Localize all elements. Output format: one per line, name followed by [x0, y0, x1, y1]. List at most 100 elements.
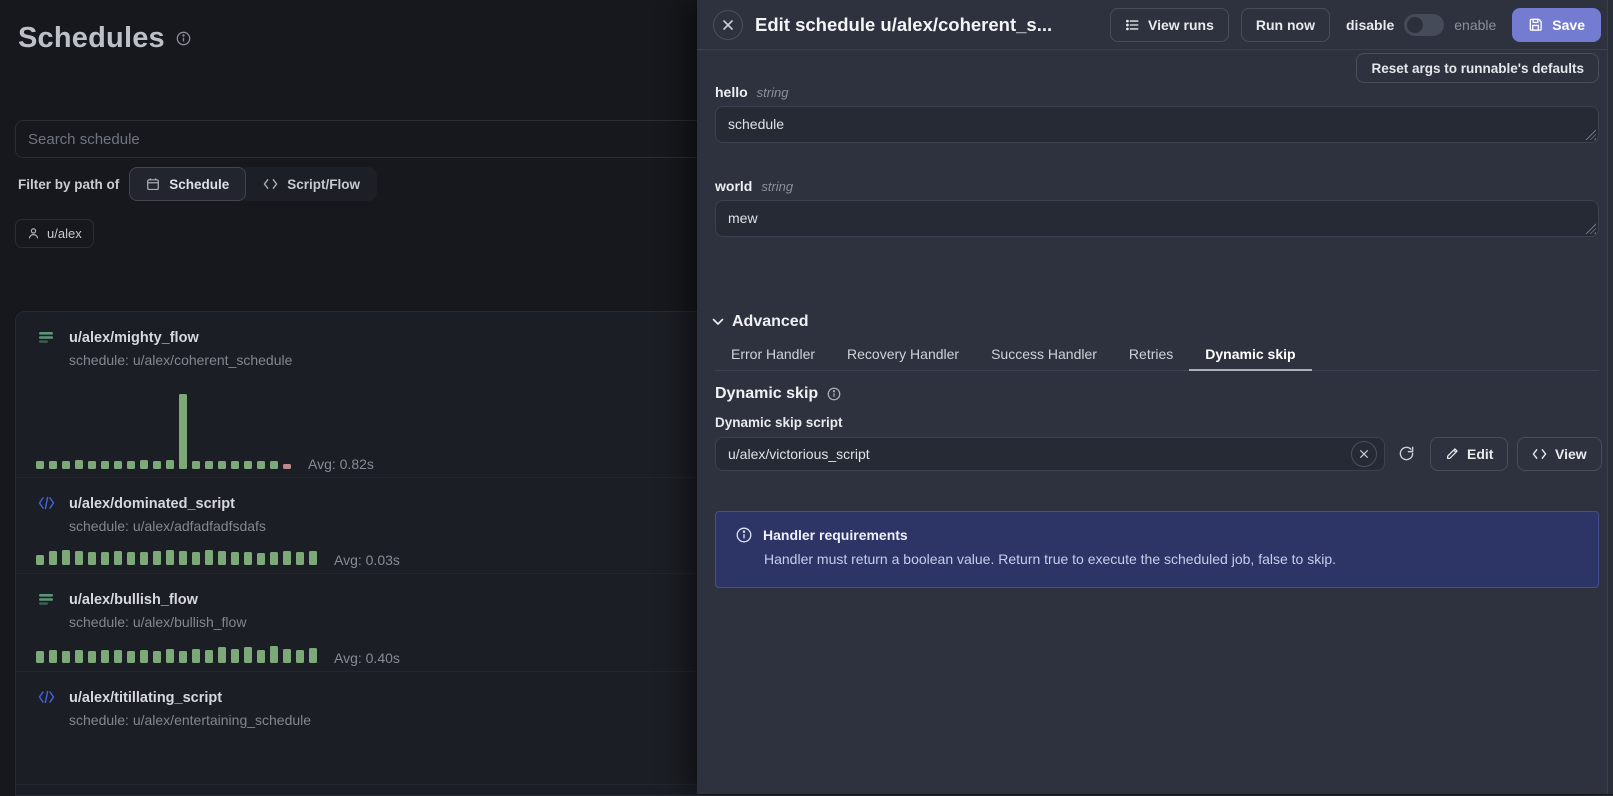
run-bar[interactable] — [88, 461, 96, 469]
run-bar[interactable] — [140, 650, 148, 663]
run-bar[interactable] — [62, 550, 70, 565]
save-icon — [1528, 17, 1543, 32]
edit-script-button[interactable]: Edit — [1430, 437, 1508, 471]
run-bar[interactable] — [192, 461, 200, 469]
run-bar[interactable] — [257, 553, 265, 565]
run-bar[interactable] — [49, 551, 57, 565]
run-bar[interactable] — [62, 461, 70, 469]
view-runs-button[interactable]: View runs — [1110, 8, 1229, 42]
filter-schedule-label: Schedule — [169, 177, 229, 192]
run-bar[interactable] — [36, 461, 44, 469]
run-bar[interactable] — [140, 552, 148, 565]
tab-retries[interactable]: Retries — [1113, 341, 1189, 370]
run-bar[interactable] — [36, 555, 44, 565]
run-bar[interactable] — [218, 461, 226, 469]
arg-hello-input[interactable]: schedule — [715, 106, 1599, 143]
run-bar[interactable] — [127, 651, 135, 663]
run-bar[interactable] — [179, 394, 187, 469]
filter-label: Filter by path of — [18, 177, 119, 192]
code-icon — [36, 687, 56, 732]
run-bar[interactable] — [192, 649, 200, 663]
run-bar[interactable] — [101, 461, 109, 469]
run-bar[interactable] — [114, 650, 122, 663]
clear-script-button[interactable] — [1351, 441, 1377, 467]
advanced-section-toggle[interactable]: Advanced — [712, 313, 808, 331]
run-bar[interactable] — [153, 651, 161, 663]
tab-success-handler[interactable]: Success Handler — [975, 341, 1113, 370]
run-bar[interactable] — [231, 649, 239, 663]
run-bar[interactable] — [179, 551, 187, 565]
run-bar[interactable] — [231, 461, 239, 469]
run-bar[interactable] — [166, 460, 174, 469]
run-bar[interactable] — [166, 550, 174, 565]
run-bar[interactable] — [296, 650, 304, 663]
run-bar[interactable] — [296, 552, 304, 565]
run-bar[interactable] — [270, 552, 278, 565]
run-bar[interactable] — [101, 552, 109, 565]
run-bar[interactable] — [205, 461, 213, 469]
run-bar[interactable] — [75, 460, 83, 469]
view-script-button[interactable]: View — [1517, 437, 1602, 471]
run-bar[interactable] — [218, 551, 226, 565]
run-bar[interactable] — [88, 552, 96, 565]
run-now-button[interactable]: Run now — [1241, 8, 1330, 42]
reset-args-button[interactable]: Reset args to runnable's defaults — [1356, 53, 1599, 83]
code-brackets-icon — [1532, 448, 1547, 460]
run-bar[interactable] — [244, 552, 252, 565]
run-bar[interactable] — [49, 461, 57, 469]
run-bar[interactable] — [283, 464, 291, 469]
tab-dynamic-skip[interactable]: Dynamic skip — [1189, 341, 1311, 371]
run-bar[interactable] — [114, 461, 122, 469]
filter-row: Filter by path of Schedule Script/Flow — [18, 166, 377, 202]
run-bar[interactable] — [75, 551, 83, 565]
filter-scriptflow-button[interactable]: Script/Flow — [246, 167, 377, 201]
run-bar[interactable] — [140, 460, 148, 469]
run-bar[interactable] — [231, 552, 239, 565]
run-bar[interactable] — [270, 461, 278, 469]
run-bar[interactable] — [205, 650, 213, 663]
run-bar[interactable] — [127, 552, 135, 565]
run-bar[interactable] — [244, 647, 252, 663]
arg-world-input[interactable]: mew — [715, 200, 1599, 237]
dynamic-skip-heading: Dynamic skip — [715, 385, 841, 403]
close-drawer-button[interactable] — [713, 10, 743, 40]
run-bar[interactable] — [283, 649, 291, 663]
run-bar[interactable] — [101, 650, 109, 663]
run-bar[interactable] — [192, 552, 200, 565]
run-bar[interactable] — [218, 647, 226, 663]
run-bar[interactable] — [49, 650, 57, 663]
run-bar[interactable] — [114, 551, 122, 565]
run-bar[interactable] — [127, 461, 135, 469]
info-icon — [827, 387, 841, 401]
schedule-path: schedule: u/alex/entertaining_schedule — [69, 709, 311, 732]
owner-filter-chip[interactable]: u/alex — [15, 219, 94, 248]
run-bar[interactable] — [309, 648, 317, 663]
run-bar[interactable] — [153, 461, 161, 469]
enable-toggle[interactable] — [1404, 14, 1444, 36]
run-bar[interactable] — [88, 651, 96, 663]
run-bar[interactable] — [257, 461, 265, 469]
run-bar[interactable] — [309, 551, 317, 565]
dynamic-skip-script-input[interactable] — [715, 437, 1385, 471]
tab-recovery-handler[interactable]: Recovery Handler — [831, 341, 975, 370]
arg-type: string — [761, 179, 793, 194]
run-bar[interactable] — [244, 461, 252, 469]
drawer-scrollbar[interactable] — [1607, 0, 1613, 794]
info-box-title: Handler requirements — [763, 527, 908, 543]
avg-duration-label: Avg: 0.82s — [308, 456, 374, 472]
filter-schedule-button[interactable]: Schedule — [129, 167, 246, 201]
run-bar[interactable] — [153, 551, 161, 565]
run-bar[interactable] — [166, 649, 174, 663]
run-bar[interactable] — [75, 650, 83, 663]
run-bar[interactable] — [205, 550, 213, 565]
refresh-icon[interactable] — [1398, 445, 1415, 462]
run-bar[interactable] — [36, 651, 44, 663]
run-bar[interactable] — [270, 646, 278, 663]
save-button[interactable]: Save — [1512, 8, 1601, 42]
info-icon — [176, 31, 191, 46]
run-bar[interactable] — [283, 551, 291, 565]
run-bar[interactable] — [179, 651, 187, 663]
run-bar[interactable] — [257, 650, 265, 663]
tab-error-handler[interactable]: Error Handler — [715, 341, 831, 370]
run-bar[interactable] — [62, 651, 70, 663]
